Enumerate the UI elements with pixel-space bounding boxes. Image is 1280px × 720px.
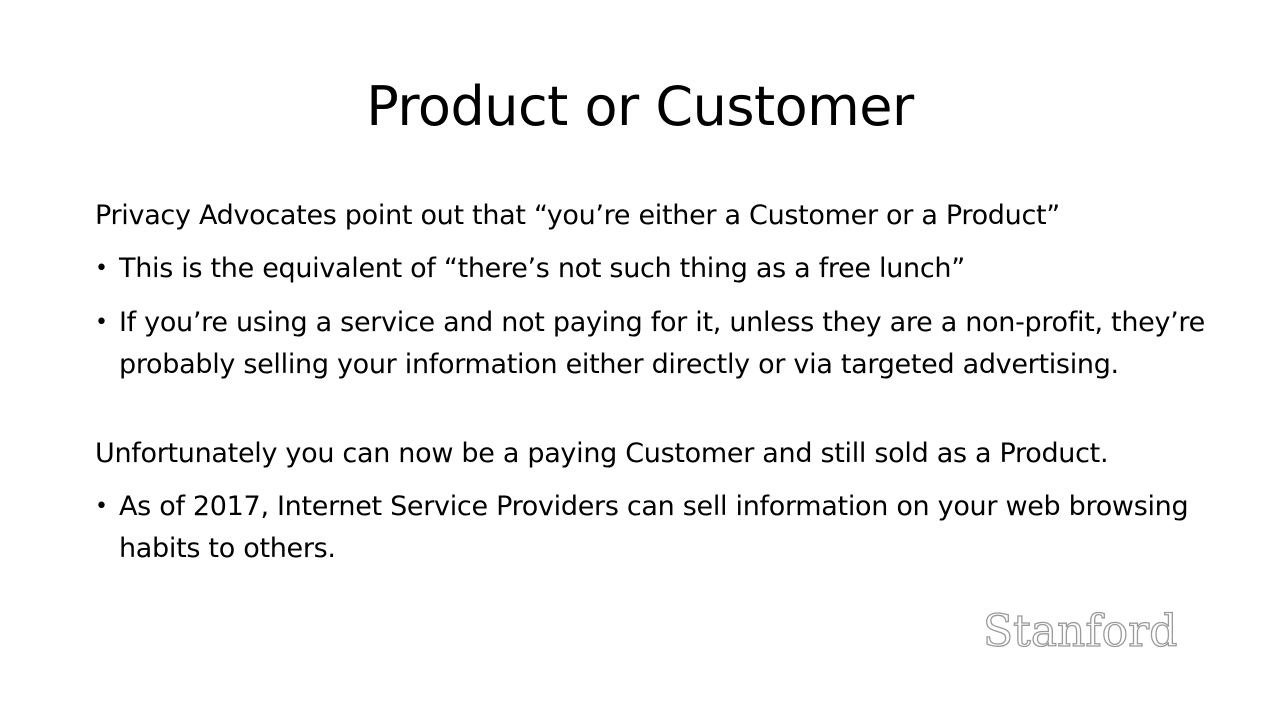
slide: Product or Customer Privacy Advocates po… <box>0 0 1280 720</box>
bullet-text: This is the equivalent of “there’s not s… <box>119 253 965 284</box>
bullet-dot: • <box>95 310 108 335</box>
bullet-dot: • <box>95 494 108 519</box>
slide-body: Privacy Advocates point out that “you’re… <box>95 196 1205 570</box>
section1-lead: Privacy Advocates point out that “you’re… <box>95 200 1060 231</box>
bullet-dot: • <box>95 256 108 281</box>
stanford-logo: Stanford <box>982 605 1178 657</box>
slide-title: Product or Customer <box>366 75 914 138</box>
bullet-item: • If you’re using a service and not payi… <box>95 302 1205 386</box>
bullet-text: If you’re using a service and not paying… <box>119 307 1205 380</box>
section2-lead: Unfortunately you can now be a paying Cu… <box>95 438 1109 469</box>
bullet-item: • This is the equivalent of “there’s not… <box>95 248 1205 290</box>
bullet-text: As of 2017, Internet Service Providers c… <box>119 491 1189 564</box>
bullet-item: • As of 2017, Internet Service Providers… <box>95 486 1205 570</box>
